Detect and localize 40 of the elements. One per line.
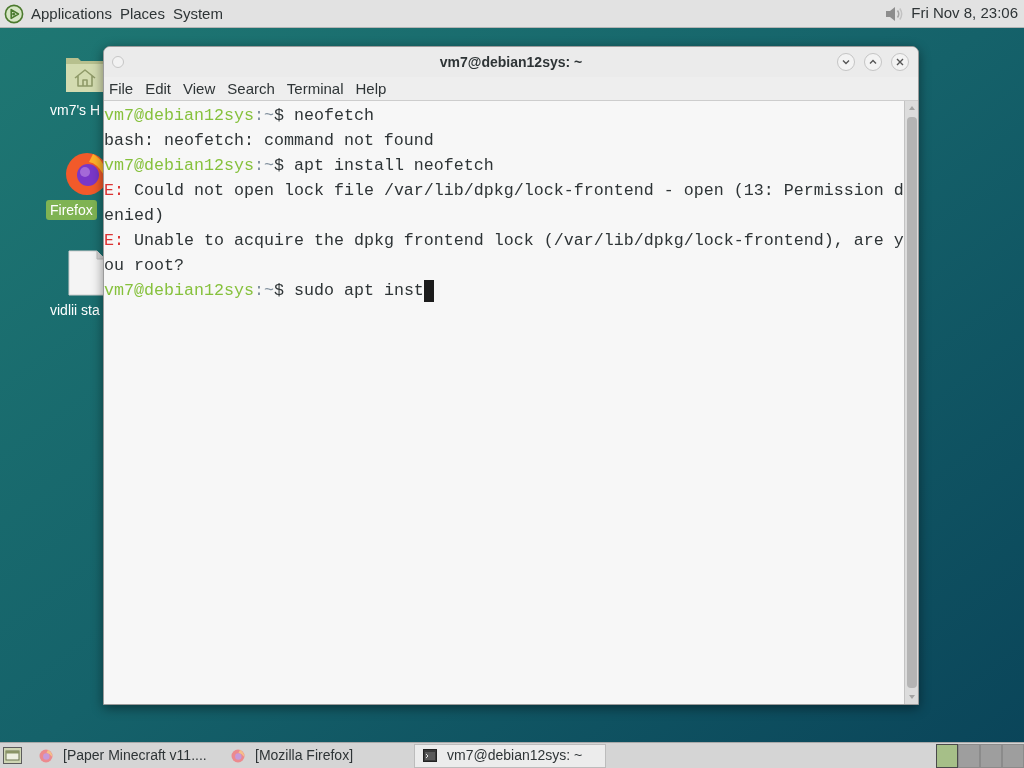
taskbar-button[interactable]: [Mozilla Firefox] [222, 743, 412, 768]
taskbar-button[interactable]: [Paper Minecraft v11.... [30, 743, 220, 768]
clock[interactable]: Fri Nov 8, 23:06 [911, 2, 1018, 25]
caret-up-icon[interactable] [907, 105, 916, 111]
chevron-up-icon [869, 59, 877, 65]
terminal-line: E: Could not open lock file /var/lib/dpkg/lock-frontend - open (13: Permission d [104, 180, 904, 202]
ring-logo-icon[interactable] [4, 3, 24, 24]
panel-menu[interactable]: Applications [28, 0, 115, 27]
terminal-line: ou root? [104, 255, 184, 277]
flame-globe-icon [231, 748, 245, 763]
desktop-icon-label[interactable]: vidlii sta [46, 300, 104, 320]
desktop-icon-label[interactable]: vm7's H [46, 100, 105, 120]
terminal-line: E: Unable to acquire the dpkg frontend lock (/var/lib/dpkg/lock-frontend), are y [104, 230, 904, 252]
maximize-button[interactable] [864, 53, 882, 71]
chevron-down-icon [842, 59, 850, 65]
menu-item[interactable]: File [109, 77, 134, 100]
taskbar-button[interactable]: vm7@debian12sys: ~ [414, 743, 606, 768]
minimize-button[interactable] [837, 53, 855, 71]
menu-item[interactable]: Help [355, 77, 387, 100]
window-title: vm7@debian12sys: ~ [439, 53, 583, 70]
terminal-line: bash: neofetch: command not found [104, 130, 434, 152]
terminal-line: vm7@debian12sys:~$ sudo apt inst [104, 280, 424, 302]
caret-down-icon[interactable] [907, 694, 916, 700]
terminal-line: enied) [104, 205, 164, 227]
workspace-button[interactable] [936, 743, 958, 768]
menu-item[interactable]: Edit [145, 77, 172, 100]
scrollbar[interactable] [904, 101, 918, 704]
menu-item[interactable]: Terminal [286, 77, 344, 100]
panel-menu[interactable]: System [169, 0, 226, 27]
terminal-line: vm7@debian12sys:~$ neofetch [104, 105, 374, 127]
close-button[interactable] [891, 53, 909, 71]
scrollbar-thumb[interactable] [906, 117, 917, 688]
terminal-icon [423, 749, 437, 762]
menu-item[interactable]: View [183, 77, 216, 100]
flame-globe-icon [39, 748, 53, 763]
panel-menu[interactable]: Places [116, 0, 168, 27]
menu-item[interactable]: Search [227, 77, 275, 100]
close-icon [896, 58, 904, 66]
show-desktop-icon[interactable] [3, 747, 22, 764]
terminal-line: vm7@debian12sys:~$ apt install neofetch [104, 155, 494, 177]
